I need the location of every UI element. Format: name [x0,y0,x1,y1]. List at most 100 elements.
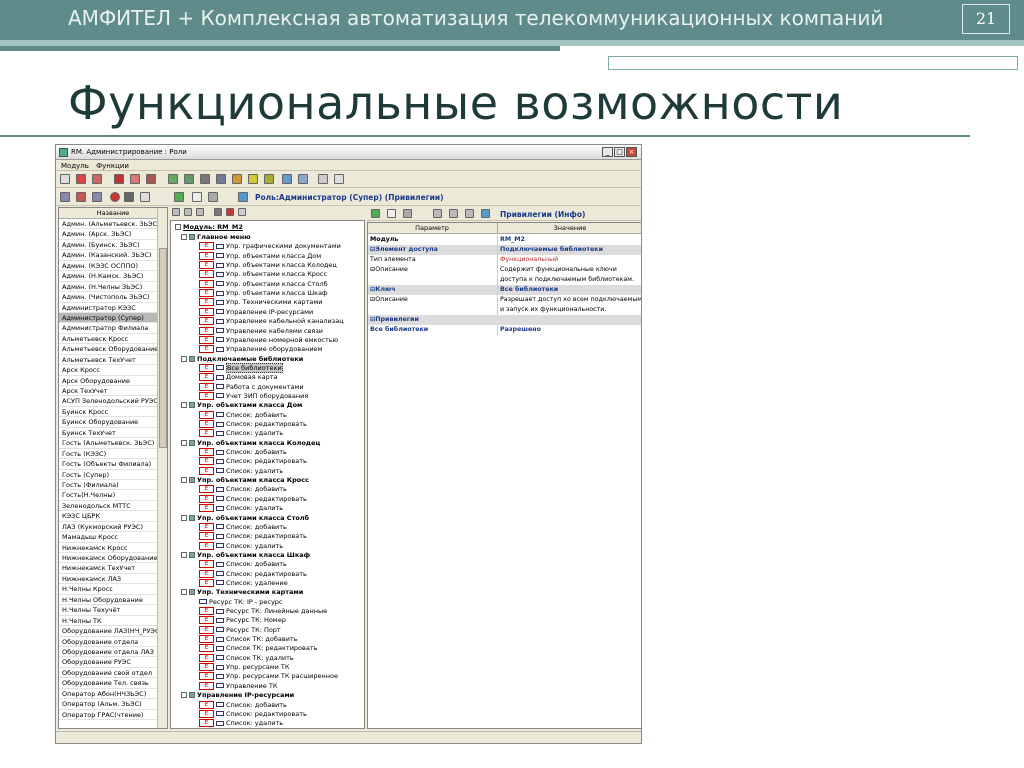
tree-find-icon[interactable] [214,208,222,216]
privilege-checkbox-icon[interactable]: E [199,541,214,550]
privilege-checkbox-icon[interactable]: E [199,635,214,644]
privilege-checkbox-icon[interactable]: E [199,410,214,419]
tree-collapse-icon[interactable] [181,514,187,521]
role-row[interactable]: Нижнекамск Оборудование [59,553,167,564]
property-row[interactable]: и запуск их функциональности. [368,305,641,315]
tree-collapse-icon[interactable] [181,439,187,446]
property-row[interactable]: Все библиотеки Разрешено [368,325,641,335]
menu-module[interactable]: Модуль [61,162,89,170]
privilege-checkbox-icon[interactable]: E [199,335,214,344]
property-row[interactable]: ⊟Описание Содержит функциональные ключи [368,265,641,275]
shield-icon[interactable] [114,174,124,184]
tree-group-node[interactable]: Упр. объектами класса Кросс [181,476,309,485]
tree-leaf-node[interactable]: E Управление ТК [199,681,277,691]
tree-leaf-node[interactable]: E Список: редактировать [199,457,307,466]
role-row[interactable]: Зеленодольск МТТС [59,501,167,512]
role-row[interactable]: Гость (КЭЗС) [59,449,167,460]
role-row[interactable]: Альметьевск ТехУчет [59,355,167,366]
privilege-checkbox-icon[interactable]: E [199,298,214,307]
privilege-checkbox-icon[interactable]: E [199,448,214,457]
printer-icon[interactable] [208,192,218,202]
tree-leaf-node[interactable]: E Список ТК: добавить [199,635,298,644]
window-icon[interactable] [238,192,248,202]
tree-leaf-node[interactable]: E Список: добавить [199,700,287,710]
tree-add-icon[interactable] [172,208,180,216]
privilege-checkbox-icon[interactable]: E [199,616,214,625]
grid-header-value[interactable]: Значение [497,223,641,233]
tree-leaf-node[interactable]: E Список ТК: удалить [199,653,294,663]
role-row[interactable]: Админ. (Альметьевск. ЗЬЭС) [59,219,167,230]
tree-leaf-node[interactable]: E Управление оборудованием [199,345,322,354]
tree-leaf-node[interactable]: E Список: добавить [199,485,287,494]
tree-group-node[interactable]: Упр. объектами класса Дом [181,401,302,410]
privilege-checkbox-icon[interactable]: E [199,289,214,298]
property-row[interactable]: ⊟Привилегии [368,315,641,325]
privilege-checkbox-icon[interactable]: E [199,485,214,494]
tree-leaf-node[interactable]: Ресурс ТК: IP - ресурс [199,598,283,607]
privilege-checkbox-icon[interactable]: E [199,261,214,270]
tree-leaf-node[interactable]: E Список: удалить [199,466,283,476]
privilege-checkbox-icon[interactable]: E [199,532,214,541]
role-row[interactable]: Гость (Объекты Филиала) [59,459,167,470]
tool-icon[interactable] [264,174,274,184]
tree-leaf-node[interactable]: E Список: добавить [199,560,287,569]
tree-module-node[interactable]: Модуль: RM_M2 [175,223,243,232]
role-row[interactable]: Админ. (Чистополь ЗЬЭС) [59,292,167,303]
role-row[interactable]: Буинск Кросс [59,407,167,418]
minimize-button[interactable]: _ [602,147,613,157]
role-row[interactable]: Гость (Филиала) [59,480,167,491]
privilege-checkbox-icon[interactable]: E [199,307,214,316]
tree-leaf-node[interactable]: E Список: редактировать [199,532,307,541]
tree-leaf-node[interactable]: E Список: добавить [199,448,287,457]
info-doc-icon[interactable] [387,209,396,218]
role-row[interactable]: Мамадыш Кросс [59,532,167,543]
tree-copy-icon[interactable] [196,208,204,216]
privilege-checkbox-icon[interactable]: E [199,279,214,288]
privilege-checkbox-icon[interactable]: E [199,560,214,569]
tree-leaf-node[interactable]: E Список ТК: редактировать [199,644,317,653]
role-row[interactable]: Администратор Филиала [59,323,167,334]
role-row[interactable]: ЛАЗ (Кукморский РУЭС) [59,522,167,533]
menu-functions[interactable]: Функции [96,162,129,170]
roles-column-header[interactable]: Название [59,208,167,219]
tree-group-node[interactable]: Упр. объектами класса Столб [181,514,309,523]
close-button[interactable]: × [626,147,637,157]
tree-leaf-node[interactable]: E Список: удалить [199,541,283,551]
role-row[interactable]: Админ. (Буинск. ЗЬЭС) [59,240,167,251]
grid-header-param[interactable]: Параметр [368,223,496,233]
tree-leaf-node[interactable]: E Домовая карта [199,373,278,382]
tree-leaf-node[interactable]: E Управление кабелями связи [199,326,323,336]
privilege-checkbox-icon[interactable]: E [199,466,214,475]
settings-icon[interactable] [140,192,150,202]
tree-collapse-icon[interactable] [181,692,187,699]
tree-leaf-node[interactable]: E Список: редактировать [199,709,307,719]
add-role-icon[interactable] [60,192,70,202]
cut-icon[interactable] [92,174,102,184]
privilege-checkbox-icon[interactable]: E [199,345,214,354]
property-row[interactable]: доступа к подключаемым библиотекам. [368,275,641,285]
tree-collapse-icon[interactable] [181,551,187,558]
privilege-checkbox-icon[interactable]: E [199,700,214,709]
role-row[interactable]: АСУП Зеленодольский РУЭС [59,396,167,407]
info-privilege-icon[interactable] [371,209,380,218]
copy-role-icon[interactable] [92,192,102,202]
users-icon[interactable] [130,174,140,184]
report-icon[interactable] [318,174,328,184]
role-row[interactable]: Админ. (КЭЗС ОСППО) [59,261,167,272]
tree-leaf-node[interactable]: E Упр. Техническими картами [199,298,322,307]
role-row[interactable]: Оператор (Альм. ЗЬЭС) [59,699,167,710]
tree-settings-icon[interactable] [238,208,246,216]
privilege-checkbox-icon[interactable]: E [199,494,214,503]
role-row[interactable]: Н.Челны Техучёт [59,605,167,616]
privilege-checkbox-icon[interactable]: E [199,681,214,690]
delete-icon[interactable] [76,174,86,184]
property-row[interactable]: ⊟Элемент доступа Подключаемые библиотеки [368,245,641,255]
tree-leaf-node[interactable]: E Список: удалить [199,719,283,728]
privilege-checkbox-icon[interactable]: E [199,457,214,466]
privilege-checkbox-icon[interactable]: E [199,644,214,653]
tree-group-node[interactable]: Упр. объектами класса Колодец [181,439,320,448]
roles-scrollbar[interactable] [157,208,167,728]
property-row[interactable]: Модуль RM_M2 [368,235,641,245]
tree-leaf-node[interactable]: E Упр. объектами класса Столб [199,279,328,289]
role-row[interactable]: Нижнекамск ЛАЗ [59,574,167,585]
